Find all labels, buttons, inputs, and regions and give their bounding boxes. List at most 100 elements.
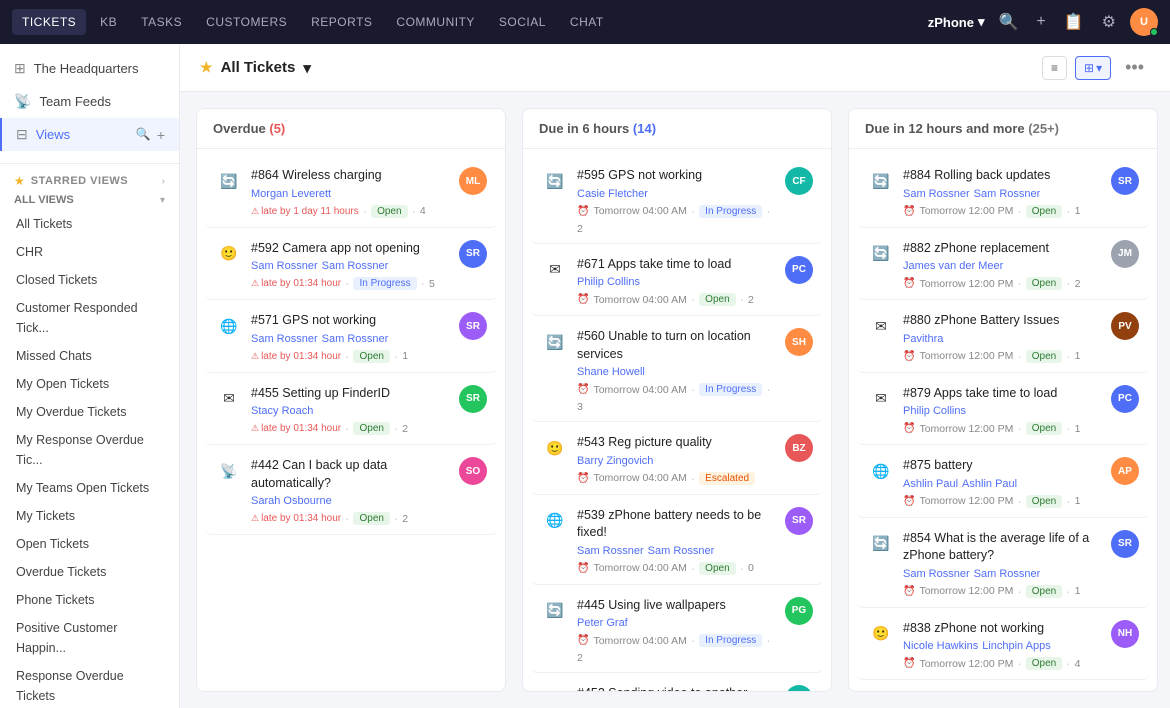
ticket-875-agent1[interactable]: Ashlin Paul xyxy=(903,478,958,490)
notifications-icon[interactable]: 📋 xyxy=(1060,8,1088,36)
ticket-838-agent1[interactable]: Nicole Hawkins xyxy=(903,640,978,652)
ticket-854-avatar: SR xyxy=(1111,530,1139,558)
ticket-571-agent2[interactable]: Sam Rossner xyxy=(322,333,389,345)
ticket-539-agent1[interactable]: Sam Rossner xyxy=(577,545,644,557)
nav-item-social[interactable]: SOCIAL xyxy=(489,9,556,35)
add-icon[interactable]: + xyxy=(1032,9,1049,35)
ticket-445-agent1[interactable]: Peter Graf xyxy=(577,617,628,629)
starred-expand-icon[interactable]: › xyxy=(162,176,165,187)
ticket-539-agent2[interactable]: Sam Rossner xyxy=(648,545,715,557)
view-response-overdue[interactable]: Response Overdue Tickets xyxy=(0,662,179,708)
nav-item-kb[interactable]: KB xyxy=(90,9,127,35)
brand-selector[interactable]: zPhone ▾ xyxy=(928,14,985,30)
ticket-854[interactable]: 🔄 #854 What is the average life of a zPh… xyxy=(857,520,1149,608)
ticket-452[interactable]: 🔄 #452 Sending video to another zPhone R… xyxy=(531,675,823,691)
ticket-543-agent1[interactable]: Barry Zingovich xyxy=(577,455,653,467)
ticket-854-agent2[interactable]: Sam Rossner xyxy=(974,568,1041,580)
ticket-455-status: Open xyxy=(353,422,389,435)
search-icon[interactable]: 🔍 xyxy=(994,8,1022,36)
ticket-880-agent1[interactable]: Pavithra xyxy=(903,333,943,345)
view-chr[interactable]: CHR xyxy=(0,238,179,266)
ticket-455-late: ⚠ late by 01:34 hour xyxy=(251,423,341,434)
column-title-due6h: Due in 6 hours (14) xyxy=(539,121,656,136)
sidebar-item-headquarters[interactable]: ⊞ The Headquarters xyxy=(0,52,179,85)
view-customer-responded[interactable]: Customer Responded Tick... xyxy=(0,294,179,342)
ticket-442-body: #442 Can I back up data automatically? S… xyxy=(251,457,451,526)
ticket-592-agent2[interactable]: Sam Rossner xyxy=(322,260,389,272)
nav-item-reports[interactable]: REPORTS xyxy=(301,9,382,35)
sidebar-item-views[interactable]: ⊟ Views 🔍 + xyxy=(0,118,179,151)
nav-item-chat[interactable]: CHAT xyxy=(560,9,614,35)
ticket-838-meta: ⏰ Tomorrow 12:00 PM · Open · 4 xyxy=(903,656,1103,671)
ticket-445[interactable]: 🔄 #445 Using live wallpapers Peter Graf … xyxy=(531,587,823,674)
ticket-884-agent2[interactable]: Sam Rossner xyxy=(974,188,1041,200)
all-views-collapse-icon[interactable]: ▾ xyxy=(160,195,165,206)
ticket-543[interactable]: 🙂 #543 Reg picture quality Barry Zingovi… xyxy=(531,424,823,495)
nav-item-community[interactable]: COMMUNITY xyxy=(386,9,485,35)
ticket-875[interactable]: 🌐 #875 battery Ashlin Paul Ashlin Paul ⏰… xyxy=(857,447,1149,518)
ticket-442-count: 2 xyxy=(402,513,408,525)
ticket-571-agents: Sam Rossner Sam Rossner xyxy=(251,333,451,345)
ticket-882-agent1[interactable]: James van der Meer xyxy=(903,260,1003,272)
ticket-455[interactable]: ✉ #455 Setting up FinderID Stacy Roach ⚠… xyxy=(205,375,497,446)
ticket-882[interactable]: 🔄 #882 zPhone replacement James van der … xyxy=(857,230,1149,301)
user-avatar[interactable]: U xyxy=(1130,8,1158,36)
ticket-864-agent1[interactable]: Morgan Leverett xyxy=(251,188,331,200)
page-title[interactable]: ★ All Tickets ▾ xyxy=(200,59,311,77)
ticket-539-status: Open xyxy=(699,562,735,575)
ticket-571[interactable]: 🌐 #571 GPS not working Sam Rossner Sam R… xyxy=(205,302,497,373)
ticket-595-agent1[interactable]: Casie Fletcher xyxy=(577,188,648,200)
ticket-879[interactable]: ✉ #879 Apps take time to load Philip Col… xyxy=(857,375,1149,446)
view-overdue-tickets[interactable]: Overdue Tickets xyxy=(0,558,179,586)
ticket-671[interactable]: ✉ #671 Apps take time to load Philip Col… xyxy=(531,246,823,317)
view-closed-tickets[interactable]: Closed Tickets xyxy=(0,266,179,294)
views-add-icon[interactable]: + xyxy=(157,127,165,143)
view-my-overdue-tickets[interactable]: My Overdue Tickets xyxy=(0,398,179,426)
sidebar-item-team-feeds[interactable]: 📡 Team Feeds xyxy=(0,85,179,118)
ticket-838-agent2[interactable]: Linchpin Apps xyxy=(982,640,1051,652)
nav-item-customers[interactable]: CUSTOMERS xyxy=(196,9,297,35)
ticket-880[interactable]: ✉ #880 zPhone Battery Issues Pavithra ⏰ … xyxy=(857,302,1149,373)
ticket-571-status: Open xyxy=(353,350,389,363)
view-my-tickets[interactable]: My Tickets xyxy=(0,502,179,530)
settings-icon[interactable]: ⚙ xyxy=(1098,8,1120,36)
ticket-671-agent1[interactable]: Philip Collins xyxy=(577,276,640,288)
ticket-875-meta: ⏰ Tomorrow 12:00 PM · Open · 1 xyxy=(903,494,1103,509)
ticket-455-agents: Stacy Roach xyxy=(251,405,451,417)
ticket-884-agent1[interactable]: Sam Rossner xyxy=(903,188,970,200)
ticket-838-icon: 🙂 xyxy=(867,620,895,648)
ticket-884[interactable]: 🔄 #884 Rolling back updates Sam Rossner … xyxy=(857,157,1149,228)
ticket-879-agent1[interactable]: Philip Collins xyxy=(903,405,966,417)
views-search-icon[interactable]: 🔍 xyxy=(136,127,151,143)
ticket-560[interactable]: 🔄 #560 Unable to turn on location servic… xyxy=(531,318,823,422)
view-my-open-tickets[interactable]: My Open Tickets xyxy=(0,370,179,398)
view-open-tickets[interactable]: Open Tickets xyxy=(0,530,179,558)
ticket-560-agent1[interactable]: Shane Howell xyxy=(577,366,645,378)
grid-view-toggle[interactable]: ⊞ ▾ xyxy=(1075,56,1111,80)
ticket-592-agent1[interactable]: Sam Rossner xyxy=(251,260,318,272)
ticket-442-agent1[interactable]: Sarah Osbourne xyxy=(251,495,332,507)
ticket-592-meta: ⚠ late by 01:34 hour · In Progress · 5 xyxy=(251,276,451,291)
view-phone-tickets[interactable]: Phone Tickets xyxy=(0,586,179,614)
view-my-response-overdue[interactable]: My Response Overdue Tic... xyxy=(0,426,179,474)
view-my-teams-open[interactable]: My Teams Open Tickets xyxy=(0,474,179,502)
nav-item-tasks[interactable]: TASKS xyxy=(131,9,192,35)
list-view-toggle[interactable]: ≡ xyxy=(1042,56,1067,80)
view-positive-customer[interactable]: Positive Customer Happin... xyxy=(0,614,179,662)
ticket-571-agent1[interactable]: Sam Rossner xyxy=(251,333,318,345)
ticket-442[interactable]: 📡 #442 Can I back up data automatically?… xyxy=(205,447,497,535)
ticket-671-avatar: PC xyxy=(785,256,813,284)
ticket-875-agent2[interactable]: Ashlin Paul xyxy=(962,478,1017,490)
ticket-838[interactable]: 🙂 #838 zPhone not working Nicole Hawkins… xyxy=(857,610,1149,681)
ticket-854-body: #854 What is the average life of a zPhon… xyxy=(903,530,1103,599)
more-options-button[interactable]: ••• xyxy=(1119,55,1150,80)
ticket-592[interactable]: 🙂 #592 Camera app not opening Sam Rossne… xyxy=(205,230,497,301)
ticket-455-agent1[interactable]: Stacy Roach xyxy=(251,405,313,417)
ticket-854-agent1[interactable]: Sam Rossner xyxy=(903,568,970,580)
view-missed-chats[interactable]: Missed Chats xyxy=(0,342,179,370)
nav-item-tickets[interactable]: TICKETS xyxy=(12,9,86,35)
ticket-539[interactable]: 🌐 #539 zPhone battery needs to be fixed!… xyxy=(531,497,823,585)
view-all-tickets[interactable]: All Tickets xyxy=(0,210,179,238)
ticket-864[interactable]: 🔄 #864 Wireless charging Morgan Leverett… xyxy=(205,157,497,228)
ticket-595[interactable]: 🔄 #595 GPS not working Casie Fletcher ⏰ … xyxy=(531,157,823,244)
